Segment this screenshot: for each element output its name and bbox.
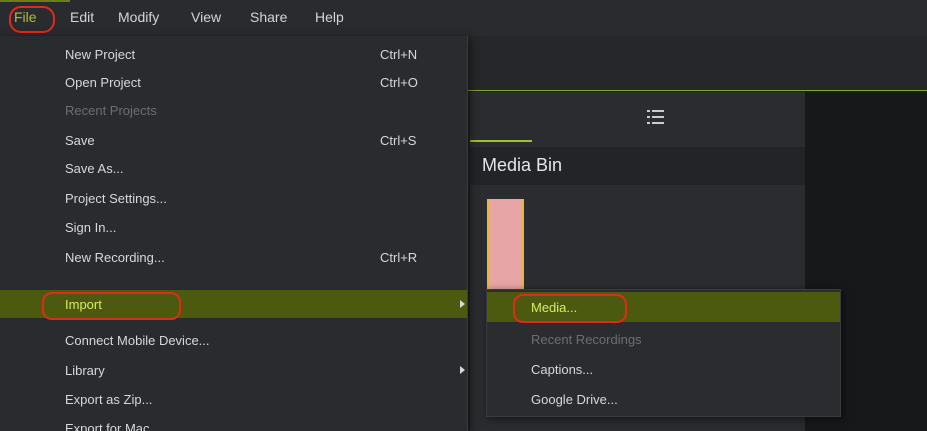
menu-item-project-settings[interactable]: Project Settings... — [0, 184, 467, 212]
menu-item-new-recording[interactable]: New Recording... Ctrl+R — [0, 243, 467, 271]
submenu-item-label: Media... — [531, 300, 578, 315]
menu-item-recent-projects: Recent Projects — [0, 96, 467, 124]
menu-item-label: Save As... — [65, 161, 124, 176]
menu-item-label: Save — [65, 133, 95, 148]
menu-item-connect-mobile-device[interactable]: Connect Mobile Device... — [0, 326, 467, 354]
submenu-arrow-icon — [460, 366, 465, 374]
active-menu-indicator — [0, 0, 70, 2]
menu-item-shortcut: Ctrl+O — [380, 75, 418, 90]
menu-item-label: Export as Zip... — [65, 392, 153, 407]
menu-item-label: Project Settings... — [65, 191, 167, 206]
menu-edit[interactable]: Edit — [70, 9, 94, 25]
media-bin-header: Media Bin — [470, 147, 805, 185]
submenu-item-google-drive[interactable]: Google Drive... — [487, 384, 840, 414]
menu-item-new-project[interactable]: New Project Ctrl+N — [0, 40, 467, 68]
file-menu: New Project Ctrl+N Open Project Ctrl+O R… — [0, 36, 468, 431]
submenu-item-label: Google Drive... — [531, 392, 618, 407]
menu-item-shortcut: Ctrl+S — [380, 133, 417, 148]
menu-item-label: Sign In... — [65, 220, 117, 235]
menu-item-open-project[interactable]: Open Project Ctrl+O — [0, 68, 467, 96]
menu-item-label: Import — [65, 297, 102, 312]
menu-item-library[interactable]: Library — [0, 356, 467, 384]
media-tab-indicator — [470, 140, 532, 142]
submenu-arrow-icon — [460, 300, 465, 308]
menu-view[interactable]: View — [191, 9, 221, 25]
menu-item-label: New Project — [65, 47, 136, 62]
submenu-item-label: Captions... — [531, 362, 594, 377]
menu-modify[interactable]: Modify — [118, 9, 159, 25]
menu-item-export-as-zip[interactable]: Export as Zip... — [0, 385, 467, 413]
menu-item-save-as[interactable]: Save As... — [0, 154, 467, 182]
menu-item-export-for-mac[interactable]: Export for Mac... — [0, 414, 467, 431]
menu-item-label: Open Project — [65, 75, 141, 90]
menu-help[interactable]: Help — [315, 9, 344, 25]
menu-bar: File Edit Modify View Share Help — [0, 0, 927, 37]
menu-item-label: Export for Mac... — [65, 421, 161, 431]
submenu-item-media[interactable]: Media... — [487, 292, 840, 323]
menu-item-save[interactable]: Save Ctrl+S — [0, 126, 467, 154]
submenu-item-captions[interactable]: Captions... — [487, 354, 840, 384]
menu-item-label: Recent Projects — [65, 103, 157, 118]
menu-item-sign-in[interactable]: Sign In... — [0, 213, 467, 241]
submenu-item-recent-recordings: Recent Recordings — [487, 324, 840, 354]
menu-item-label: Library — [65, 363, 105, 378]
menu-item-shortcut: Ctrl+R — [380, 250, 418, 265]
media-bin-title: Media Bin — [482, 155, 563, 175]
import-submenu: Media... Recent Recordings Captions... G… — [486, 289, 841, 417]
menu-item-label: New Recording... — [65, 250, 165, 265]
list-view-icon[interactable] — [645, 106, 667, 128]
menu-item-import[interactable]: Import — [0, 290, 467, 320]
menu-item-label: Connect Mobile Device... — [65, 333, 210, 348]
submenu-item-label: Recent Recordings — [531, 332, 642, 347]
menu-item-shortcut: Ctrl+N — [380, 47, 418, 62]
media-thumbnail[interactable] — [487, 199, 524, 289]
file-annotation-circle — [9, 6, 55, 33]
import-annotation-circle — [42, 292, 181, 320]
menu-share[interactable]: Share — [250, 9, 287, 25]
